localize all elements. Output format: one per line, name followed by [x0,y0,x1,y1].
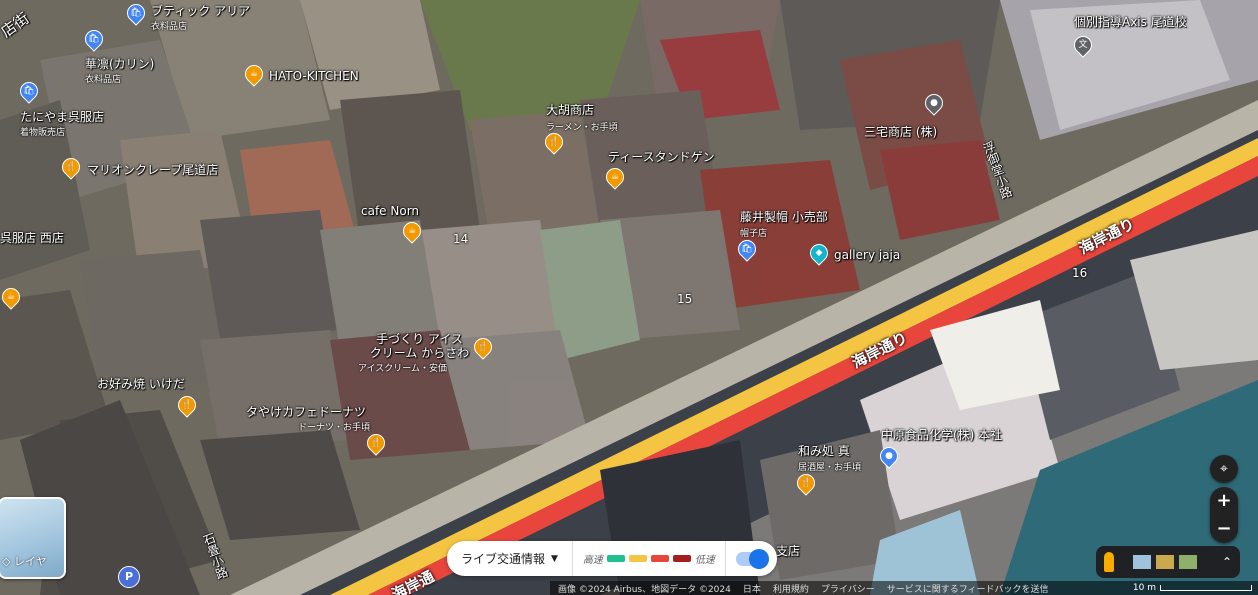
restaurant-icon: 🍴 [800,478,812,488]
zoom-out-button[interactable]: − [1210,515,1238,543]
legend-swatch [650,555,669,562]
place-category: ドーナツ・お手頃 [298,423,371,433]
scale-label: 10 m [1132,583,1156,593]
cafe-icon: ☕ [6,292,16,302]
cafe-icon: ☕ [407,226,417,236]
shopping-bag-icon: 🛍 [23,86,35,96]
place-name[interactable]: 三宅商店 (株) [864,125,937,139]
scale-line [1160,585,1252,591]
zoom-control: + − [1210,487,1238,543]
terrain-thumbnail[interactable] [1156,555,1174,569]
block-number: 15 [677,292,693,306]
place-name[interactable]: ティースタンドゲン [608,150,715,164]
legend-slow-label: 低速 [694,555,715,566]
legend-swatch [672,555,691,562]
place-name[interactable]: 大胡商店 [546,103,594,117]
place-name[interactable]: 和み処 真 [798,444,850,458]
place-name[interactable]: 支店 [776,544,800,558]
shopping-bag-icon: 🛍 [88,34,100,44]
place-category: ラーメン・お手頃 [546,123,618,133]
traffic-control: ライブ交通情報 ▼ 高速 低速 [447,541,777,576]
traffic-toggle[interactable] [735,548,769,569]
school-icon: 文 [1078,40,1088,50]
terms-link[interactable]: 利用規約 [773,582,809,595]
crosshair-icon: ⌖ [1220,461,1228,477]
place-category: 居酒屋・お手頃 [798,463,862,473]
place-name[interactable]: gallery jaja [834,248,900,262]
restaurant-icon: 🍴 [370,438,382,448]
restaurant-icon: 🍴 [477,342,489,352]
dropdown-arrow-icon: ▼ [551,553,558,564]
place-name[interactable]: 華凛(カリン) [85,57,154,71]
block-number: 14 [453,232,469,246]
map-footer: 画像 ©2024 Airbus、地図データ ©2024 日本 利用規約 プライバ… [550,581,1258,595]
place-name[interactable]: たにやま呉服店 [20,110,104,124]
shopping-bag-icon: 🛍 [130,8,142,18]
legend-swatch [628,555,647,562]
place-name[interactable]: 個別指導Axis 尾道校 [1074,15,1187,29]
place-category: 衣料品店 [151,22,188,32]
layers-label: レイヤ [13,555,47,568]
place-name[interactable]: タやけカフェドーナツ [246,405,366,419]
privacy-link[interactable]: プライバシー [821,582,875,595]
satellite-map[interactable]: 14 15 16 海岸通り 海岸通り 海岸通 浮御堂小路 石畳小路 店街 🛍 ブ… [0,0,1258,595]
place-name[interactable]: HATO-KITCHEN [269,69,359,83]
place-pin-icon: ● [930,98,938,108]
place-name[interactable]: お好み焼 いけだ [97,377,185,391]
place-name[interactable]: ブティック アリア [151,4,250,18]
scale-bar[interactable]: 10 m [1133,583,1258,593]
restaurant-icon: 🍴 [181,400,193,410]
expand-icon[interactable]: ⌃ [1222,555,1232,569]
gallery-icon: ◆ [815,248,823,258]
region-link[interactable]: 日本 [743,582,761,595]
place-pin-icon: ● [885,451,893,461]
live-traffic-label: ライブ交通情報 [461,552,546,566]
place-name[interactable]: 中原食品化学(株) 本社 [881,428,1002,442]
shopping-bag-icon: 🛍 [741,244,753,254]
live-traffic-dropdown[interactable]: ライブ交通情報 ▼ [447,541,573,576]
layer-switcher-button[interactable]: ◇ レイヤ [0,497,66,579]
place-category: 衣料品店 [85,75,122,85]
restaurant-icon: 🍴 [65,162,77,172]
street-view-panel: ⌃ [1096,546,1240,578]
imagery-credit: 画像 ©2024 Airbus、地図データ ©2024 [558,584,731,595]
traffic-legend: 高速 低速 [573,541,726,576]
legend-swatch [606,555,625,562]
cafe-icon: ☕ [249,69,259,79]
place-name[interactable]: 呉服店 西店 [0,231,64,245]
legend-fast-label: 高速 [582,555,603,566]
cafe-icon: ☕ [610,172,620,182]
satellite-thumbnail[interactable] [1133,555,1151,569]
zoom-in-button[interactable]: + [1210,487,1238,515]
toggle-knob [748,548,769,569]
place-category: 帽子店 [740,229,768,239]
place-category: 着物販売店 [20,128,66,138]
place-category: アイスクリーム・安価 [358,364,448,374]
feedback-link[interactable]: サービスに関するフィードバックを送信 [887,582,1049,595]
parking-icon[interactable]: P [118,566,140,588]
place-name[interactable]: マリオンクレープ尾道店 [87,163,218,177]
block-number: 16 [1072,266,1088,280]
place-name[interactable]: 手づくり アイス クリーム からさわ [367,332,472,360]
place-name[interactable]: 藤井製帽 小売部 [740,210,828,224]
pegman-icon[interactable] [1104,552,1114,572]
my-location-button[interactable]: ⌖ [1210,455,1238,483]
map-thumbnail[interactable] [1179,555,1197,569]
restaurant-icon: 🍴 [548,137,560,147]
place-name[interactable]: cafe Norn [361,204,419,218]
layers-icon: ◇ [2,555,11,568]
map-imagery [0,0,1258,595]
